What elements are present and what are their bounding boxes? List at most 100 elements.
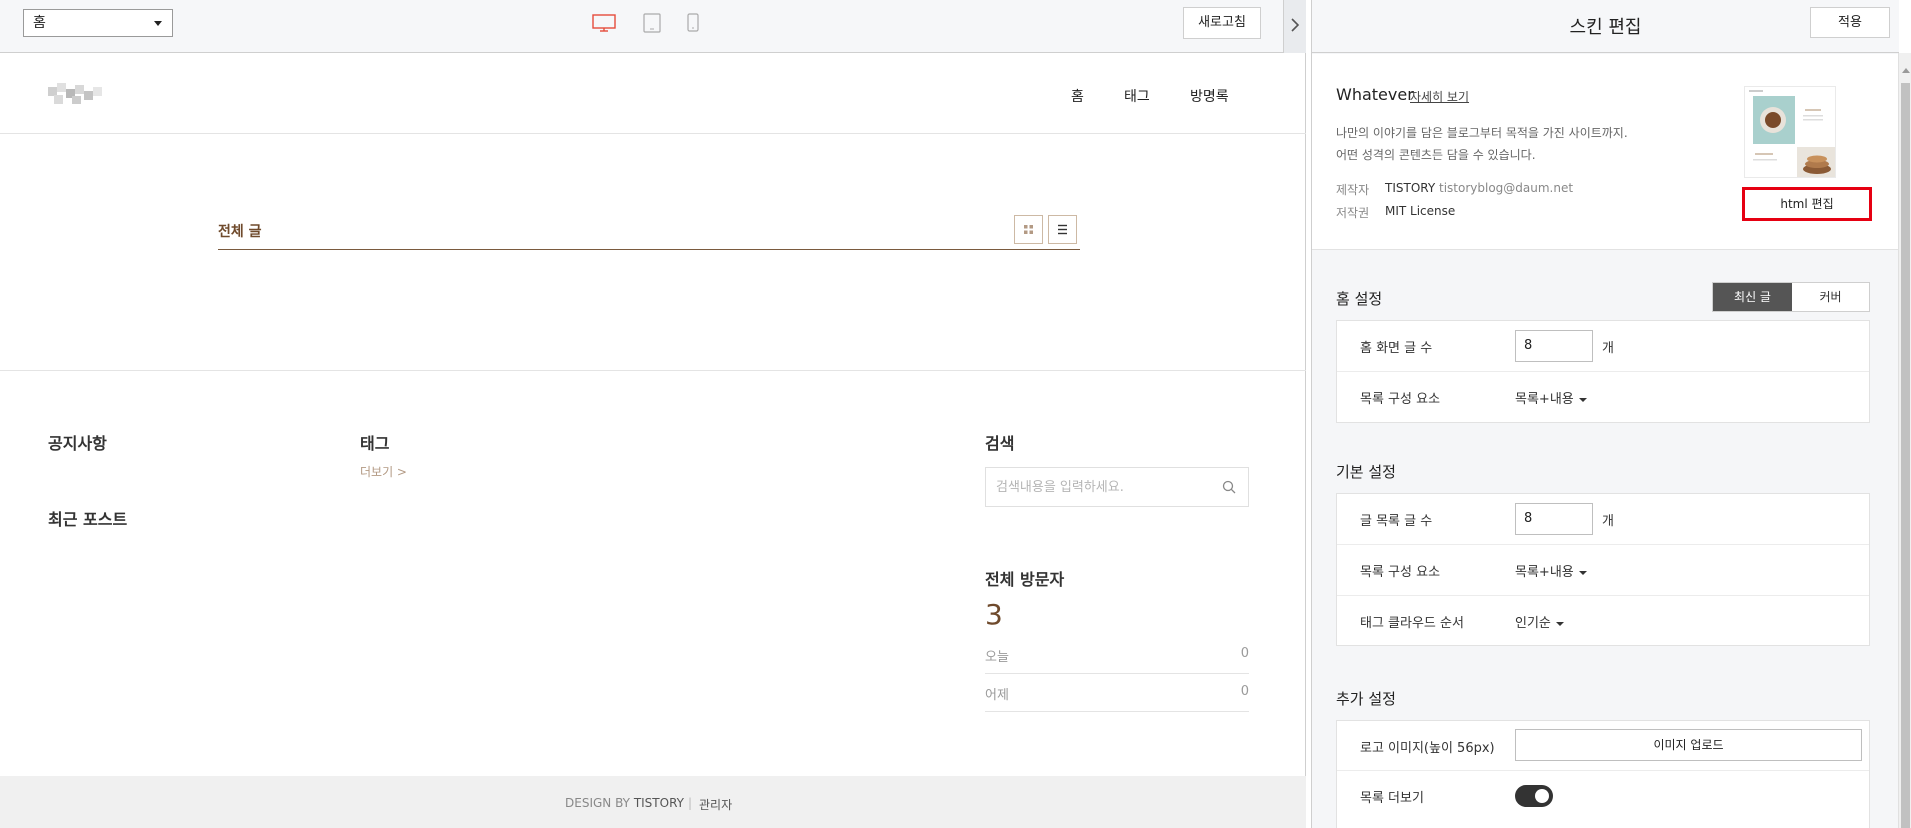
home-list-elements-label: 목록 구성 요소 — [1360, 392, 1441, 407]
home-mode-toggle: 최신 글 커버 — [1712, 282, 1870, 312]
maker-name: TISTORY — [1385, 181, 1436, 195]
list-more-toggle[interactable] — [1515, 785, 1553, 807]
visitor-title: 전체 방문자 — [985, 570, 1065, 589]
maker-label: 제작자 — [1336, 183, 1370, 197]
visitor-yesterday-value: 0 — [1240, 684, 1249, 699]
panel-header: 스킨 편집 적용 — [1312, 0, 1899, 53]
page-select-value: 홈 — [33, 15, 46, 31]
refresh-button[interactable]: 새로고침 — [1183, 7, 1261, 39]
page-select-dropdown[interactable]: 홈 — [23, 9, 173, 37]
skin-thumbnail — [1744, 86, 1836, 178]
home-list-elements-row: 목록 구성 요소 목록+내용 — [1337, 372, 1869, 423]
visitor-today-label: 오늘 — [985, 650, 1009, 665]
skin-description: 나만의 이야기를 담은 블로그부터 목적을 가진 사이트까지. — [1336, 126, 1628, 140]
caret-down-icon — [1578, 570, 1587, 575]
search-box — [985, 467, 1249, 507]
tag-cloud-order-label: 태그 클라우드 순서 — [1360, 616, 1464, 631]
recent-posts-title: 최근 포스트 — [48, 510, 128, 529]
caret-down-icon — [154, 21, 162, 26]
list-post-count-input[interactable]: 8 — [1515, 503, 1593, 535]
home-post-count-input[interactable]: 8 — [1515, 330, 1593, 362]
collapse-panel-button[interactable] — [1283, 0, 1306, 53]
apply-button[interactable]: 적용 — [1810, 7, 1890, 38]
visitor-yesterday-row: 어제 0 — [985, 674, 1249, 712]
license-label: 저작권 — [1336, 206, 1370, 220]
skin-detail-link[interactable]: 자세히 보기 — [1410, 88, 1469, 105]
scroll-thumb[interactable] — [1901, 83, 1910, 828]
list-view-button[interactable] — [1048, 215, 1077, 244]
maker-email: tistoryblog@daum.net — [1439, 181, 1574, 195]
list-icon — [1058, 224, 1067, 235]
basic-settings-box: 글 목록 글 수 8 개 목록 구성 요소 목록+내용 태그 클라우드 순서 인… — [1336, 493, 1870, 646]
unit-label: 개 — [1602, 341, 1614, 356]
list-more-label: 목록 더보기 — [1360, 791, 1424, 806]
desktop-icon[interactable] — [592, 14, 616, 32]
search-icon[interactable] — [1222, 480, 1236, 494]
all-posts-title: 전체 글 — [218, 224, 262, 240]
home-mode-latest[interactable]: 최신 글 — [1713, 283, 1792, 311]
dropdown-value: 목록+내용 — [1515, 565, 1574, 580]
home-mode-cover[interactable]: 커버 — [1792, 283, 1869, 311]
grid-view-button[interactable] — [1014, 215, 1043, 244]
tag-more-link[interactable]: 더보기 > — [360, 463, 407, 480]
blog-footer: DESIGN BY TISTORY | 관리자 — [0, 776, 1306, 828]
footer-admin-link[interactable]: 관리자 — [699, 796, 732, 813]
home-post-count-label: 홈 화면 글 수 — [1360, 341, 1433, 356]
footer-brand[interactable]: TISTORY — [634, 796, 684, 810]
home-settings-box: 홈 화면 글 수 8 개 목록 구성 요소 목록+내용 — [1336, 320, 1870, 423]
grid-icon — [1024, 225, 1033, 234]
skin-info: Whatever 자세히 보기 나만의 이야기를 담은 블로그부터 목적을 가진… — [1312, 54, 1899, 250]
divider — [218, 249, 1080, 250]
footer-design: DESIGN BY TISTORY — [565, 796, 684, 810]
logo-image-row: 로고 이미지(높이 56px) 이미지 업로드 — [1337, 721, 1869, 771]
skin-name: Whatever — [1336, 85, 1414, 104]
home-settings-title: 홈 설정 — [1336, 290, 1383, 308]
list-more-row: 목록 더보기 — [1337, 771, 1869, 822]
image-upload-button[interactable]: 이미지 업로드 — [1515, 729, 1862, 761]
divider — [0, 370, 1306, 371]
dropdown-value: 인기순 — [1515, 616, 1551, 631]
list-post-count-row: 글 목록 글 수 8 개 — [1337, 494, 1869, 545]
unit-label: 개 — [1602, 514, 1614, 529]
nav-home[interactable]: 홈 — [1071, 86, 1084, 106]
skin-preview-image — [1745, 87, 1835, 177]
nav-guestbook[interactable]: 방명록 — [1190, 86, 1229, 106]
caret-down-icon — [1578, 397, 1587, 402]
skin-description: 어떤 성격의 콘텐츠든 담을 수 있습니다. — [1336, 148, 1536, 162]
list-post-count-label: 글 목록 글 수 — [1360, 514, 1433, 529]
toggle-knob — [1535, 789, 1549, 803]
tag-cloud-order-dropdown[interactable]: 인기순 — [1515, 612, 1564, 631]
search-title: 검색 — [985, 434, 1015, 453]
search-input[interactable] — [996, 468, 1216, 506]
extra-settings-box: 로고 이미지(높이 56px) 이미지 업로드 목록 더보기 — [1336, 720, 1870, 828]
panel-scrollbar[interactable] — [1898, 53, 1911, 828]
license-value: MIT License — [1385, 204, 1456, 218]
preview-toolbar: 홈 새로고침 — [0, 0, 1306, 53]
visitor-yesterday-label: 어제 — [985, 688, 1009, 703]
basic-settings-title: 기본 설정 — [1336, 463, 1396, 481]
visitor-today-row: 오늘 0 — [985, 636, 1249, 674]
chevron-right-icon — [1291, 18, 1300, 32]
list-elements-dropdown[interactable]: 목록+내용 — [1515, 561, 1587, 580]
mobile-icon[interactable] — [687, 13, 699, 32]
visitor-total: 3 — [985, 598, 1003, 631]
home-list-elements-dropdown[interactable]: 목록+내용 — [1515, 388, 1587, 407]
preview-pane: 홈 새로고침 홈 태그 방명록 전체 글 공지사항 최근 포스트 태그 더보기 … — [0, 0, 1306, 828]
blog-header: 홈 태그 방명록 — [0, 54, 1306, 134]
logo-image-label: 로고 이미지(높이 56px) — [1360, 741, 1495, 756]
notice-title: 공지사항 — [48, 434, 107, 453]
visitor-today-value: 0 — [1240, 646, 1249, 661]
footer-separator: | — [688, 796, 693, 810]
blog-logo[interactable] — [48, 83, 106, 105]
list-elements-row: 목록 구성 요소 목록+내용 — [1337, 545, 1869, 596]
dropdown-value: 목록+내용 — [1515, 392, 1574, 407]
tag-title: 태그 — [360, 434, 390, 453]
extra-settings-title: 추가 설정 — [1336, 690, 1396, 708]
list-elements-label: 목록 구성 요소 — [1360, 565, 1441, 580]
skin-edit-panel: 스킨 편집 적용 Whatever 자세히 보기 나만의 이야기를 담은 블로그… — [1311, 0, 1899, 828]
nav-tag[interactable]: 태그 — [1124, 86, 1150, 106]
html-edit-button[interactable]: html 편집 — [1742, 187, 1872, 221]
tag-cloud-order-row: 태그 클라우드 순서 인기순 — [1337, 596, 1869, 647]
tablet-icon[interactable] — [643, 13, 661, 33]
scroll-up-icon[interactable] — [1902, 68, 1910, 73]
